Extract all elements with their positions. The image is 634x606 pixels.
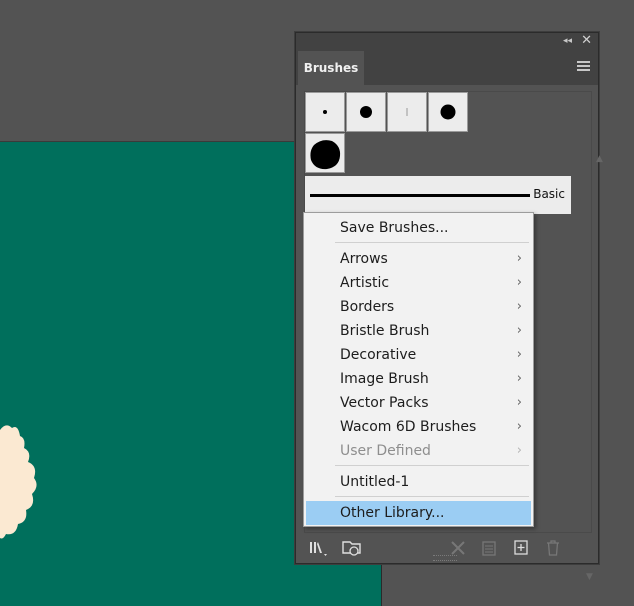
brush-libraries-menu-icon[interactable] xyxy=(308,538,330,558)
chevron-right-icon: › xyxy=(516,443,522,458)
menu-item-borders[interactable]: Borders › xyxy=(304,295,533,319)
menu-separator xyxy=(335,242,529,243)
menu-item-other-library[interactable]: Other Library... xyxy=(306,501,531,525)
brush-thumb-5[interactable] xyxy=(305,133,345,173)
menu-item-save-brushes[interactable]: Save Brushes... xyxy=(304,216,533,240)
options-of-selected-object-icon[interactable] xyxy=(480,538,498,558)
basic-brush-row[interactable]: Basic xyxy=(305,176,571,214)
chevron-right-icon: › xyxy=(516,275,522,290)
delete-brush-icon[interactable] xyxy=(544,538,562,558)
brush-library-menu: Save Brushes... Arrows › Artistic › Bord… xyxy=(303,212,534,527)
menu-item-image-brush[interactable]: Image Brush › xyxy=(304,367,533,391)
chevron-right-icon: › xyxy=(516,299,522,314)
menu-item-wacom-6d-brushes[interactable]: Wacom 6D Brushes › xyxy=(304,415,533,439)
brush-thumb-1[interactable] xyxy=(305,92,345,132)
panel-bottom-bar xyxy=(296,533,598,563)
new-brush-icon[interactable] xyxy=(512,538,530,558)
close-icon[interactable]: ✕ xyxy=(581,33,592,49)
chevron-right-icon: › xyxy=(516,395,522,410)
tab-brushes[interactable]: Brushes xyxy=(298,51,364,85)
collapse-icon[interactable]: ◂◂ xyxy=(563,35,572,47)
panel-resize-grip[interactable] xyxy=(433,555,457,561)
brush-thumb-4[interactable] xyxy=(428,92,468,132)
menu-item-decorative[interactable]: Decorative › xyxy=(304,343,533,367)
chevron-right-icon: › xyxy=(516,419,522,434)
menu-item-vector-packs[interactable]: Vector Packs › xyxy=(304,391,533,415)
panel-titlebar[interactable]: ◂◂ ✕ xyxy=(296,33,598,49)
chevron-right-icon: › xyxy=(516,323,522,338)
chevron-right-icon: › xyxy=(516,251,522,266)
scroll-down-arrow-icon[interactable]: ▼ xyxy=(586,572,593,582)
cream-shape[interactable] xyxy=(0,422,40,542)
tab-bar: Brushes xyxy=(296,49,598,85)
menu-separator xyxy=(335,496,529,497)
menu-item-arrows[interactable]: Arrows › xyxy=(304,247,533,271)
menu-item-bristle-brush[interactable]: Bristle Brush › xyxy=(304,319,533,343)
menu-item-user-defined: User Defined › xyxy=(304,439,533,463)
chevron-right-icon: › xyxy=(516,371,522,386)
brush-thumb-2[interactable] xyxy=(346,92,386,132)
brush-thumb-3[interactable] xyxy=(387,92,427,132)
scroll-up-arrow-icon[interactable]: ▲ xyxy=(596,154,603,164)
basic-brush-stroke xyxy=(310,194,530,197)
blob-brush-icon xyxy=(310,140,341,170)
menu-item-artistic[interactable]: Artistic › xyxy=(304,271,533,295)
menu-item-untitled-1[interactable]: Untitled-1 xyxy=(304,470,533,494)
panel-menu-icon[interactable] xyxy=(577,61,590,73)
basic-brush-label: Basic xyxy=(533,187,565,201)
chevron-right-icon: › xyxy=(516,347,522,362)
libraries-panel-icon[interactable] xyxy=(340,538,364,558)
menu-separator xyxy=(335,465,529,466)
